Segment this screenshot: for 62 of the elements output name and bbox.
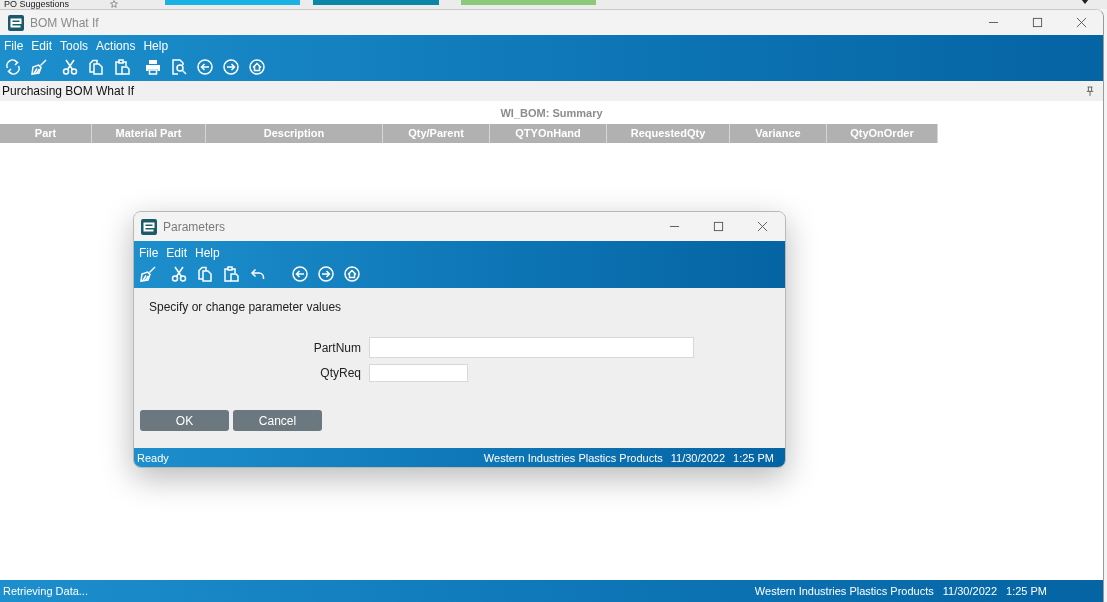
input-field[interactable] — [369, 364, 468, 382]
app-tile[interactable] — [461, 0, 597, 5]
maximize-icon[interactable] — [713, 221, 724, 232]
column-header[interactable]: Material Part — [92, 124, 206, 143]
home-icon[interactable] — [249, 59, 265, 75]
column-header[interactable]: Part — [0, 124, 92, 143]
app-tile[interactable] — [313, 0, 440, 5]
column-header[interactable]: Qty/Parent — [383, 124, 490, 143]
status-time: 1:25 PM — [1006, 585, 1047, 597]
caret-icon[interactable] — [1081, 0, 1089, 4]
status-date: 11/30/2022 — [670, 451, 726, 464]
maximize-icon[interactable] — [1032, 17, 1043, 28]
cancel-button[interactable]: Cancel — [233, 410, 322, 431]
menu-item[interactable]: Help — [143, 38, 169, 54]
column-header[interactable]: RequestedQty — [607, 124, 730, 143]
menu-item[interactable]: Edit — [31, 38, 53, 54]
menu-item[interactable]: File — [139, 245, 159, 261]
clipboard-icon[interactable] — [114, 59, 130, 75]
company-name: Western Industries Plastics Products — [754, 585, 934, 597]
menu-item[interactable]: Actions — [96, 38, 136, 54]
column-header[interactable]: Description — [206, 124, 383, 143]
scissors-icon[interactable] — [62, 59, 78, 75]
menu-item[interactable]: Tools — [60, 38, 89, 54]
printer-icon[interactable] — [145, 59, 161, 75]
background-window-title: PO Suggestions — [4, 0, 70, 9]
copy-icon[interactable] — [88, 59, 104, 75]
pin-icon[interactable] — [1086, 86, 1094, 96]
page-magnifier-icon[interactable] — [171, 59, 187, 75]
scissors-icon[interactable] — [171, 266, 187, 282]
status-time: 1:25 PM — [733, 451, 774, 464]
status-date: 11/30/2022 — [942, 585, 998, 597]
menu-item[interactable]: Help — [195, 245, 220, 261]
broom-icon[interactable] — [31, 59, 47, 75]
menu-item[interactable]: Edit — [166, 245, 188, 261]
column-header[interactable]: Variance — [730, 124, 827, 143]
app-logo-icon — [141, 218, 157, 235]
grid-title: WI_BOM: Summary — [499, 107, 604, 120]
instruction-text: Specify or change parameter values — [149, 300, 343, 315]
field-label: PartNum — [312, 340, 361, 355]
status-text: Ready — [137, 451, 169, 464]
home-icon[interactable] — [344, 266, 360, 282]
broom-icon[interactable] — [140, 266, 156, 282]
ok-button[interactable]: OK — [140, 410, 229, 431]
window-title: BOM What If — [30, 15, 99, 30]
status-text: Retrieving Data... — [3, 585, 88, 597]
column-header[interactable]: QTYOnHand — [490, 124, 607, 143]
star-icon[interactable] — [109, 0, 120, 8]
column-header[interactable]: QtyOnOrder — [827, 124, 938, 143]
dialog-title: Parameters — [163, 219, 226, 234]
app-tile[interactable] — [165, 0, 301, 5]
close-icon[interactable] — [1076, 17, 1087, 28]
undo-icon[interactable] — [249, 266, 265, 282]
copy-icon[interactable] — [197, 266, 213, 282]
app-logo-icon — [8, 14, 24, 31]
clipboard-icon[interactable] — [223, 266, 239, 282]
close-icon[interactable] — [757, 221, 768, 232]
menu-item[interactable]: File — [4, 38, 24, 54]
panel-title: Purchasing BOM What If — [2, 84, 135, 98]
field-label: QtyReq — [319, 366, 361, 380]
refresh-icon[interactable] — [5, 59, 21, 75]
input-field[interactable] — [369, 337, 694, 358]
company-name: Western Industries Plastics Products — [483, 451, 663, 464]
